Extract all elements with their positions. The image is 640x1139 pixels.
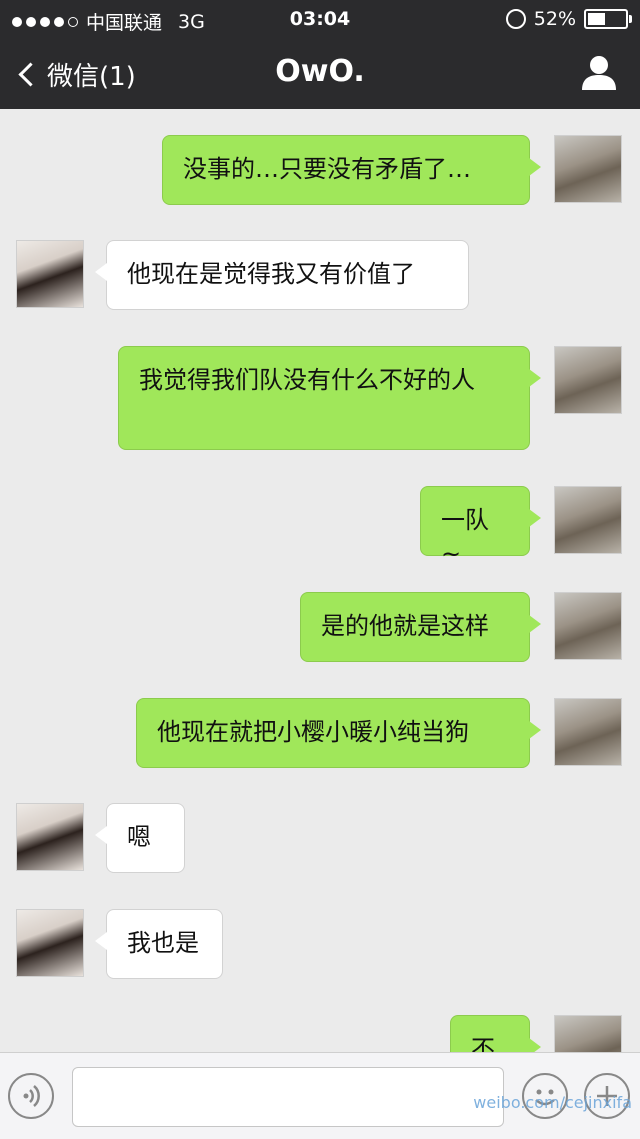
status-bar: 中国联通 3G 03:04 52% xyxy=(0,0,640,38)
message-row: 我觉得我们队没有什么不好的人 xyxy=(0,346,640,450)
contact-avatar[interactable] xyxy=(16,240,84,308)
contact-avatar[interactable] xyxy=(16,803,84,871)
watermark-text: weibo.com/cejinxifa xyxy=(473,1093,632,1112)
contact-avatar[interactable] xyxy=(16,909,84,977)
message-text: 他现在就把小樱小暖小纯当狗 xyxy=(157,718,469,746)
message-bubble-sent[interactable]: 他现在就把小樱小暖小纯当狗 xyxy=(136,698,541,768)
input-bar: weibo.com/cejinxifa xyxy=(0,1052,640,1139)
message-bubble-sent[interactable]: 是的他就是这样 xyxy=(300,592,541,662)
message-bubble-sent[interactable]: 不 xyxy=(450,1015,541,1052)
navigation-bar: 微信(1) OwO. xyxy=(0,38,640,109)
message-row: 他现在就把小樱小暖小纯当狗 xyxy=(0,698,640,768)
message-row: 没事的…只要没有矛盾了… xyxy=(0,135,640,205)
my-avatar[interactable] xyxy=(554,486,622,554)
message-input[interactable] xyxy=(72,1067,504,1127)
message-text: 是的他就是这样 xyxy=(321,612,489,640)
battery-fill xyxy=(588,13,605,25)
battery-icon xyxy=(584,9,632,29)
message-text: 没事的…只要没有矛盾了… xyxy=(183,155,471,183)
voice-icon xyxy=(23,1085,40,1107)
message-text: 嗯 xyxy=(127,823,151,851)
message-row: 我也是 xyxy=(0,909,640,979)
profile-icon[interactable] xyxy=(578,52,620,94)
message-bubble-sent[interactable]: 没事的…只要没有矛盾了… xyxy=(162,135,541,205)
message-bubble-sent[interactable]: 我觉得我们队没有什么不好的人 xyxy=(118,346,541,450)
message-text: 我也是 xyxy=(127,929,199,957)
my-avatar[interactable] xyxy=(554,135,622,203)
my-avatar[interactable] xyxy=(554,698,622,766)
rotation-lock-icon xyxy=(505,9,526,29)
battery-percent: 52% xyxy=(533,8,576,30)
message-row: 一队~ xyxy=(0,486,640,568)
my-avatar[interactable] xyxy=(554,1015,622,1052)
message-text: 不 xyxy=(471,1035,495,1052)
message-row: 是的他就是这样 xyxy=(0,592,640,662)
message-bubble-received[interactable]: 我也是 xyxy=(95,909,223,979)
message-text: 一队~ xyxy=(441,506,489,568)
status-right: 52% xyxy=(505,8,632,30)
message-bubble-received[interactable]: 嗯 xyxy=(95,803,185,873)
message-row: 嗯 xyxy=(0,803,640,873)
message-row: 他现在是觉得我又有价值了 xyxy=(0,240,640,310)
my-avatar[interactable] xyxy=(554,346,622,414)
message-text: 他现在是觉得我又有价值了 xyxy=(127,260,415,288)
message-bubble-sent[interactable]: 一队~ xyxy=(420,486,541,568)
my-avatar[interactable] xyxy=(554,592,622,660)
chat-title: OwO. xyxy=(275,54,365,89)
message-list[interactable]: 没事的…只要没有矛盾了… 他现在是觉得我又有价值了 我觉得我们队没有什么不好的人… xyxy=(0,109,640,1052)
message-text: 我觉得我们队没有什么不好的人 xyxy=(139,366,475,394)
message-bubble-received[interactable]: 他现在是觉得我又有价值了 xyxy=(95,240,469,310)
message-row: 不 xyxy=(0,1015,640,1052)
voice-input-button[interactable] xyxy=(8,1073,54,1119)
